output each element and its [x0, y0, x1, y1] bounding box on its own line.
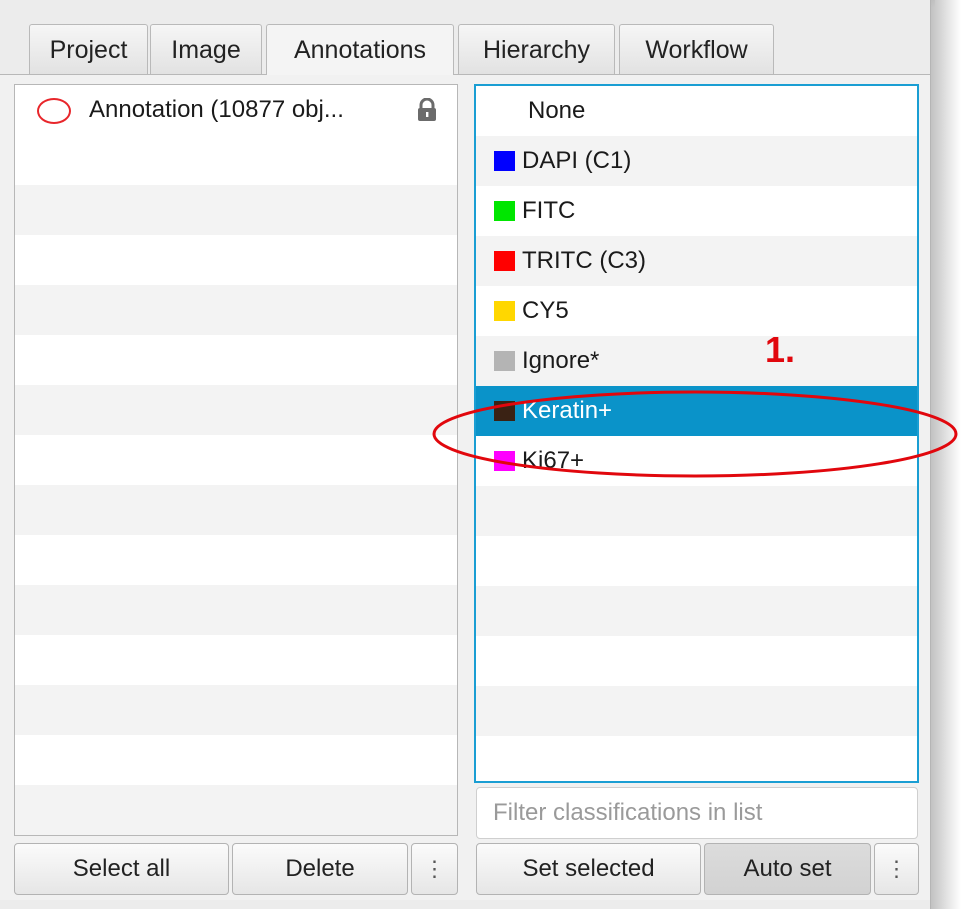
- list-row-empty: [15, 135, 457, 185]
- color-swatch-icon: [494, 301, 515, 321]
- list-row-empty: [15, 485, 457, 535]
- list-row-empty: [15, 435, 457, 485]
- classification-item-tritc[interactable]: TRITC (C3): [476, 236, 917, 286]
- tab-project[interactable]: Project: [29, 24, 148, 74]
- callout-step-label: 1.: [765, 329, 796, 370]
- set-selected-button[interactable]: Set selected: [476, 843, 701, 895]
- classification-label: Ignore*: [522, 347, 600, 374]
- classification-label: None: [528, 97, 586, 124]
- select-all-button[interactable]: Select all: [14, 843, 229, 895]
- annotation-list-item[interactable]: Annotation (10877 obj...: [15, 85, 457, 135]
- classification-label: CY5: [522, 297, 569, 324]
- more-options-button[interactable]: ⋮: [411, 843, 458, 895]
- color-swatch-icon: [494, 151, 515, 171]
- auto-set-button[interactable]: Auto set: [704, 843, 871, 895]
- classification-item-cy5[interactable]: CY5: [476, 286, 917, 336]
- tab-bar: Project Image Annotations Hierarchy Work…: [0, 0, 930, 75]
- list-row-empty: [15, 385, 457, 435]
- filter-classifications-input[interactable]: [476, 787, 918, 839]
- list-row-empty: [15, 635, 457, 685]
- list-row-empty: [476, 686, 917, 736]
- classification-item-none[interactable]: None: [476, 86, 917, 136]
- color-swatch-icon: [494, 251, 515, 271]
- tab-workflow[interactable]: Workflow: [619, 24, 774, 74]
- list-row-empty: [15, 335, 457, 385]
- classification-item-dapi[interactable]: DAPI (C1): [476, 136, 917, 186]
- bottom-edge: [0, 900, 930, 909]
- annotation-label: Annotation (10877 obj...: [89, 96, 344, 123]
- list-row-empty: [476, 536, 917, 586]
- callout-ellipse: [432, 390, 958, 478]
- lock-icon: [418, 98, 436, 121]
- list-row-empty: [15, 585, 457, 635]
- classification-label: DAPI (C1): [522, 147, 632, 174]
- list-row-empty: [476, 586, 917, 636]
- list-row-empty: [15, 285, 457, 335]
- color-swatch-icon: [494, 201, 515, 221]
- list-row-empty: [15, 685, 457, 735]
- list-row-empty: [15, 185, 457, 235]
- tab-image[interactable]: Image: [150, 24, 262, 74]
- annotation-list[interactable]: Annotation (10877 obj...: [14, 84, 458, 836]
- list-row-empty: [476, 486, 917, 536]
- tab-annotations[interactable]: Annotations: [266, 24, 454, 75]
- list-row-empty: [15, 785, 457, 835]
- list-row-empty: [15, 235, 457, 285]
- list-row-empty: [476, 736, 917, 781]
- more-options-button[interactable]: ⋮: [874, 843, 919, 895]
- classification-label: FITC: [522, 197, 576, 224]
- delete-button[interactable]: Delete: [232, 843, 408, 895]
- classification-item-fitc[interactable]: FITC: [476, 186, 917, 236]
- list-row-empty: [15, 535, 457, 585]
- ellipse-annotation-icon: [37, 98, 71, 124]
- tab-hierarchy[interactable]: Hierarchy: [458, 24, 615, 74]
- list-row-empty: [15, 735, 457, 785]
- classification-label: TRITC (C3): [522, 247, 646, 274]
- classification-item-ignore[interactable]: Ignore*: [476, 336, 917, 386]
- color-swatch-icon: [494, 351, 515, 371]
- list-row-empty: [476, 636, 917, 686]
- list-row-empty: [15, 835, 457, 836]
